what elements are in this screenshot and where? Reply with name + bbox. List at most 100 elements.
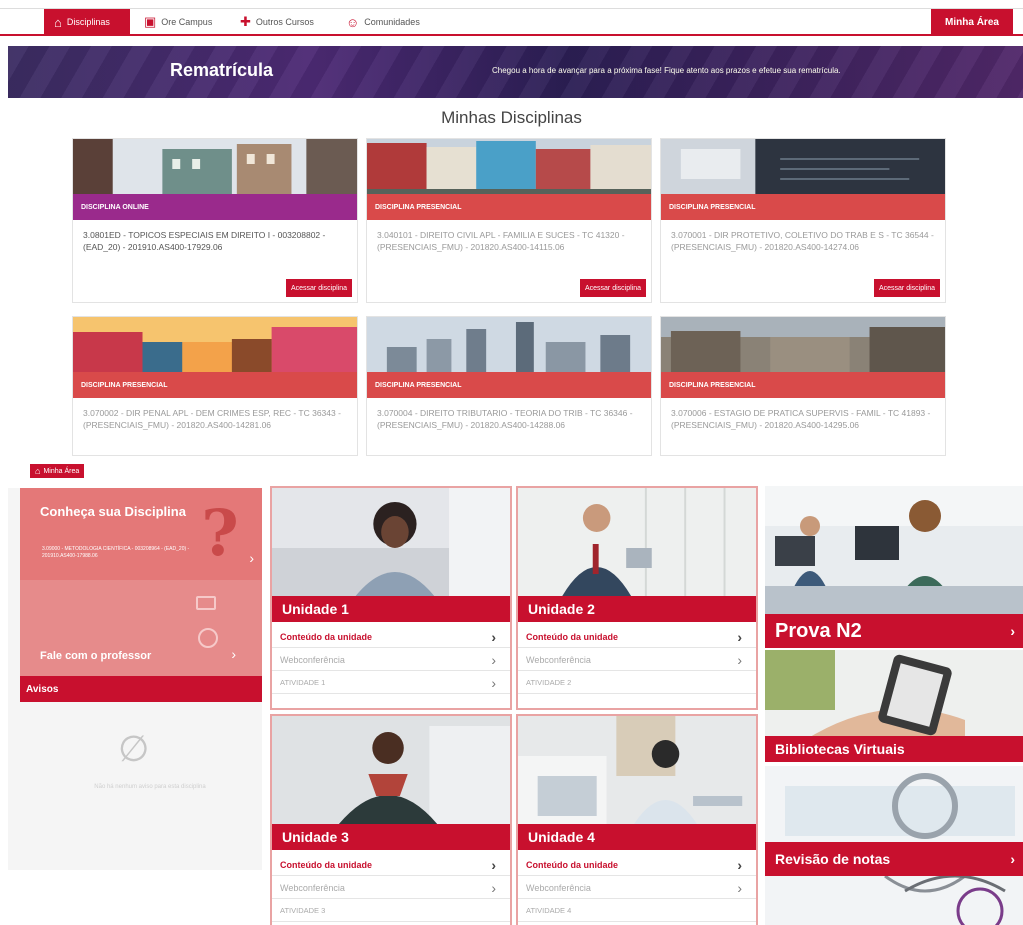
chevron-right-icon: › <box>737 651 742 668</box>
unit-card-1: Unidade 1 Conteúdo da unidade › Webconfer… <box>270 486 512 710</box>
unit-title: Unidade 2 <box>518 596 756 622</box>
fale-com-professor-card[interactable]: Fale com o professor › <box>20 580 262 676</box>
rematricula-banner[interactable]: Rematrícula Chegou a hora de avançar par… <box>8 46 1023 98</box>
chevron-right-icon: › <box>1010 623 1015 639</box>
unit-atividade-link[interactable]: ATIVIDADE 2 <box>518 672 756 694</box>
course-card[interactable]: DISCIPLINA PRESENCIAL 3.070001 - DIR PRO… <box>660 138 946 303</box>
page-title: Minhas Disciplinas <box>441 108 582 127</box>
nav-outros-cursos[interactable]: ✚ Outros Cursos <box>240 9 314 35</box>
access-course-button[interactable]: Acessar disciplina <box>579 279 646 297</box>
unit-atividade-link[interactable]: ATIVIDADE 4 <box>518 900 756 922</box>
nav-minha-area-button[interactable]: Minha Área <box>931 9 1013 35</box>
unit-atividade-label: ATIVIDADE 3 <box>280 906 326 915</box>
prova-n2-label: Prova N2 › <box>765 614 1023 648</box>
unit-webconf-link[interactable]: Webconferência › <box>272 649 510 671</box>
avisos-empty-text: Não há nenhum aviso para esta disciplina <box>94 784 206 790</box>
course-card[interactable]: DISCIPLINA PRESENCIAL 3.070004 - DIREITO… <box>366 316 652 456</box>
conheca-disciplina-subtitle: 3.09000 - METODOLOGIA CIENTÍFICA - 00320… <box>42 546 190 559</box>
unit-webconf-link[interactable]: Webconferência › <box>518 877 756 899</box>
course-card[interactable]: DISCIPLINA PRESENCIAL 3.070002 - DIR PEN… <box>72 316 358 456</box>
course-image <box>661 317 945 379</box>
unit-webconf-label: Webconferência <box>526 882 591 893</box>
course-type-badge: DISCIPLINA PRESENCIAL <box>661 372 945 398</box>
revisao-notas-tile[interactable]: Revisão de notas › <box>765 766 1023 925</box>
banner-message: Chegou a hora de avançar para a próxima … <box>492 66 841 75</box>
course-type-badge: DISCIPLINA ONLINE <box>73 194 357 220</box>
unit-title: Unidade 1 <box>272 596 510 622</box>
course-type-badge: DISCIPLINA PRESENCIAL <box>367 194 651 220</box>
bibliotecas-virtuais-tile[interactable]: Bibliotecas Virtuais <box>765 650 1023 762</box>
minha-area-tag-label: Minha Área <box>43 467 80 475</box>
unit-conteudo-label: Conteúdo da unidade <box>526 631 618 642</box>
prova-n2-tile[interactable]: Prova N2 › <box>765 486 1023 648</box>
unit-webconf-link[interactable]: Webconferência › <box>272 877 510 899</box>
unit-photo <box>272 488 510 596</box>
home-icon: ⌂ <box>54 14 62 30</box>
unit-atividade-link[interactable]: ATIVIDADE 1 › <box>272 672 510 694</box>
chevron-right-icon: › <box>491 628 496 645</box>
chevron-right-icon: › <box>491 856 496 873</box>
unit-title: Unidade 4 <box>518 824 756 850</box>
unit-photo <box>518 488 756 596</box>
unit-card-2: Unidade 2 Conteúdo da unidade › Webconfer… <box>516 486 758 710</box>
chevron-right-icon: › <box>737 879 742 896</box>
nav-comunidades[interactable]: ☺ Comunidades <box>346 9 420 35</box>
nav-comunidades-label: Comunidades <box>364 17 420 27</box>
unit-card-4: Unidade 4 Conteúdo da unidade › Webconfer… <box>516 714 758 925</box>
fale-com-professor-title: Fale com o professor <box>40 650 152 662</box>
chevron-right-icon: › <box>231 646 236 662</box>
top-navigation: ⌂ Disciplinas ▣ Ore Campus ✚ Outros Curs… <box>0 8 1023 36</box>
course-image <box>73 317 357 379</box>
course-card[interactable]: DISCIPLINA PRESENCIAL 3.040101 - DIREITO… <box>366 138 652 303</box>
nav-online-campus-label: Ore Campus <box>161 17 213 27</box>
chevron-right-icon: › <box>491 651 496 668</box>
unit-photo <box>518 716 756 824</box>
chevron-right-icon: › <box>249 550 254 566</box>
unit-atividade-link[interactable]: ATIVIDADE 3 <box>272 900 510 922</box>
course-card[interactable]: DISCIPLINA ONLINE 3.0801ED - TOPICOS ESP… <box>72 138 358 303</box>
unit-photo <box>272 716 510 824</box>
access-course-button[interactable]: Acessar disciplina <box>873 279 940 297</box>
monitor-icon: ▣ <box>144 14 157 29</box>
unit-conteudo-link[interactable]: Conteúdo da unidade › <box>518 854 756 876</box>
unit-webconf-label: Webconferência <box>280 882 345 893</box>
course-card[interactable]: DISCIPLINA PRESENCIAL 3.070006 - ESTAGIO… <box>660 316 946 456</box>
course-name: 3.070002 - DIR PENAL APL - DEM CRIMES ES… <box>83 408 341 430</box>
unit-conteudo-label: Conteúdo da unidade <box>280 859 372 870</box>
unit-conteudo-link[interactable]: Conteúdo da unidade › <box>272 626 510 648</box>
access-course-button[interactable]: Acessar disciplina <box>285 279 352 297</box>
unit-webconf-label: Webconferência <box>280 654 345 665</box>
chevron-right-icon: › <box>491 674 496 691</box>
course-name: 3.070001 - DIR PROTETIVO, COLETIVO DO TR… <box>671 230 934 252</box>
unit-title: Unidade 3 <box>272 824 510 850</box>
nav-online-campus[interactable]: ▣ Ore Campus <box>144 9 212 35</box>
bibliotecas-virtuais-label: Bibliotecas Virtuais <box>765 736 1023 762</box>
unit-atividade-label: ATIVIDADE 1 <box>280 678 326 687</box>
nav-outros-cursos-label: Outros Cursos <box>255 17 314 27</box>
empty-set-icon: ∅ <box>118 728 150 769</box>
chevron-right-icon: › <box>737 628 742 645</box>
minha-area-tag[interactable]: ⌂ Minha Área <box>30 464 85 478</box>
unit-card-3: Unidade 3 Conteúdo da unidade › Webconfer… <box>270 714 512 925</box>
people-icon: ☺ <box>346 14 360 30</box>
course-image <box>661 139 945 201</box>
revisao-notas-label: Revisão de notas › <box>765 842 1023 876</box>
nav-disciplinas[interactable]: ⌂ Disciplinas <box>44 9 130 35</box>
course-image <box>73 139 357 201</box>
nav-disciplinas-label: Disciplinas <box>66 17 110 27</box>
chevron-right-icon: › <box>737 856 742 873</box>
puzzle-icon: ✚ <box>240 14 251 29</box>
unit-atividade-label: ATIVIDADE 2 <box>526 678 572 687</box>
unit-webconf-link[interactable]: Webconferência › <box>518 649 756 671</box>
unit-conteudo-link[interactable]: Conteúdo da unidade › <box>518 626 756 648</box>
course-type-badge: DISCIPLINA PRESENCIAL <box>367 372 651 398</box>
unit-conteudo-link[interactable]: Conteúdo da unidade › <box>272 854 510 876</box>
conheca-disciplina-card[interactable]: ? Conheça sua Disciplina 3.09000 - METOD… <box>20 488 262 580</box>
avisos-header: Avisos <box>20 676 262 702</box>
course-name: 3.0801ED - TOPICOS ESPECIAIS EM DIREITO … <box>83 230 326 252</box>
prova-n2-text: Prova N2 <box>775 619 862 642</box>
chevron-right-icon: › <box>491 879 496 896</box>
course-image <box>367 317 651 379</box>
course-name: 3.070004 - DIREITO TRIBUTARIO - TEORIA D… <box>377 408 633 430</box>
course-name: 3.040101 - DIREITO CIVIL APL - FAMILIA E… <box>377 230 625 252</box>
